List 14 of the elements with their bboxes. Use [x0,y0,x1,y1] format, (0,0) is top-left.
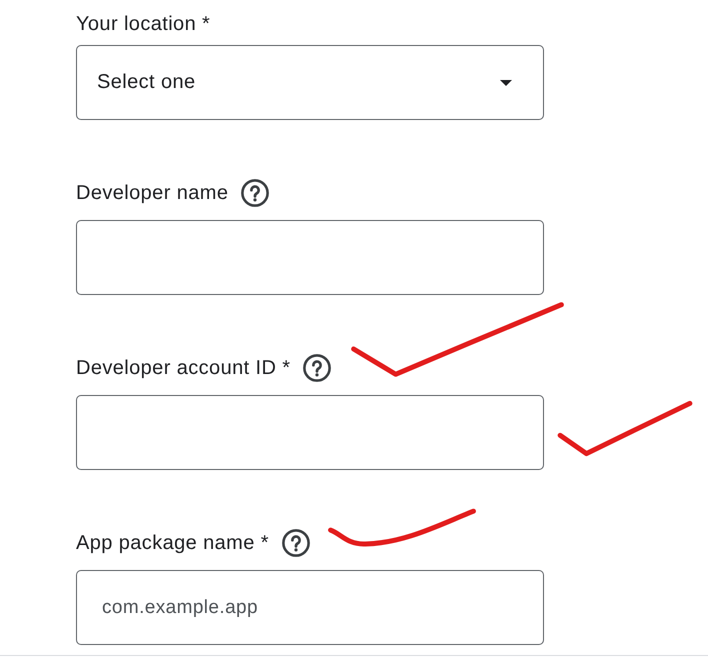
text-field[interactable]: com.example.app [76,570,544,645]
field-label: Developer account ID * [76,356,290,380]
swoosh-mark-icon [326,507,478,549]
help-icon[interactable] [241,179,270,207]
field-label: Developer name [76,181,228,205]
tick-mark-icon [556,400,694,457]
text-field[interactable] [76,395,544,470]
help-icon[interactable] [282,529,310,557]
dropdown-field[interactable]: Select one [76,45,544,120]
field-label: App package name * [76,531,269,555]
caret-icon [500,80,512,86]
help-icon[interactable] [303,354,332,382]
field-label: Your location * [76,12,210,36]
text-field[interactable] [76,220,544,295]
